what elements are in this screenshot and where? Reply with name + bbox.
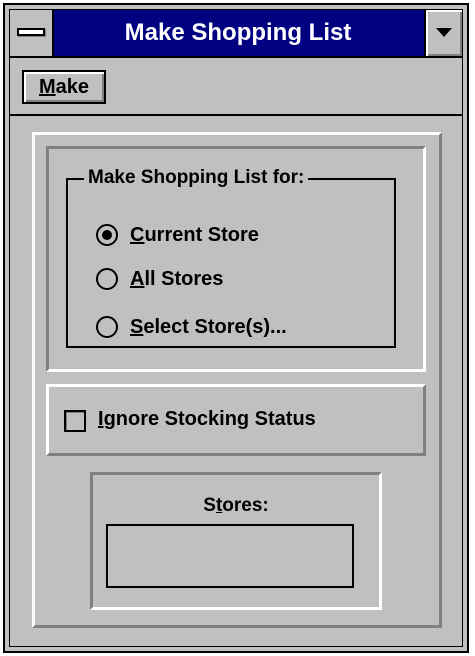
ignore-stocking-label[interactable]: Ignore Stocking Status (98, 404, 316, 434)
stores-label-pre: S (203, 495, 216, 516)
ignore-stocking-checkbox[interactable] (64, 410, 86, 432)
radio-current-store-label: Current Store (130, 220, 259, 250)
radio-all-stores-indicator[interactable] (96, 268, 118, 290)
minimize-button[interactable] (424, 10, 462, 56)
system-menu-button[interactable] (10, 10, 54, 56)
stores-label: Stores: (90, 494, 382, 518)
make-button[interactable]: Make (22, 70, 106, 104)
make-button-label: ake (55, 76, 90, 98)
make-button-mnemonic: M (38, 76, 56, 98)
radio-all-stores-label: All Stores (130, 264, 223, 294)
toolbar: Make (10, 58, 462, 116)
dialog-client-area: Make Shopping List for: Current Store Al… (10, 116, 462, 646)
radio-select-stores-indicator[interactable] (96, 316, 118, 338)
ignore-stocking-text: gnore Stocking Status (103, 408, 316, 430)
radio-select-stores-label: Select Store(s)... (130, 312, 287, 342)
radio-select-stores-text: elect Store(s)... (143, 316, 287, 338)
radio-select-stores-mnemonic: S (130, 316, 144, 338)
title-bar[interactable]: Make Shopping List (10, 10, 462, 58)
make-shopping-list-window: Make Shopping List Make Make Shopping Li… (3, 3, 469, 653)
radio-current-store-indicator[interactable] (96, 224, 118, 246)
stores-field[interactable] (106, 524, 354, 588)
scope-group-label: Make Shopping List for: (84, 166, 309, 190)
radio-all-stores-text: ll Stores (144, 268, 224, 290)
radio-all-stores-mnemonic: A (130, 268, 145, 290)
radio-current-store-mnemonic: C (130, 224, 145, 246)
window-title: Make Shopping List (124, 19, 352, 46)
system-menu-bar-icon (17, 28, 45, 36)
down-triangle-icon (436, 28, 452, 37)
radio-current-store-text: urrent Store (144, 224, 259, 246)
stores-label-rest: ores: (222, 495, 269, 516)
window-frame: Make Shopping List Make Make Shopping Li… (9, 9, 463, 647)
